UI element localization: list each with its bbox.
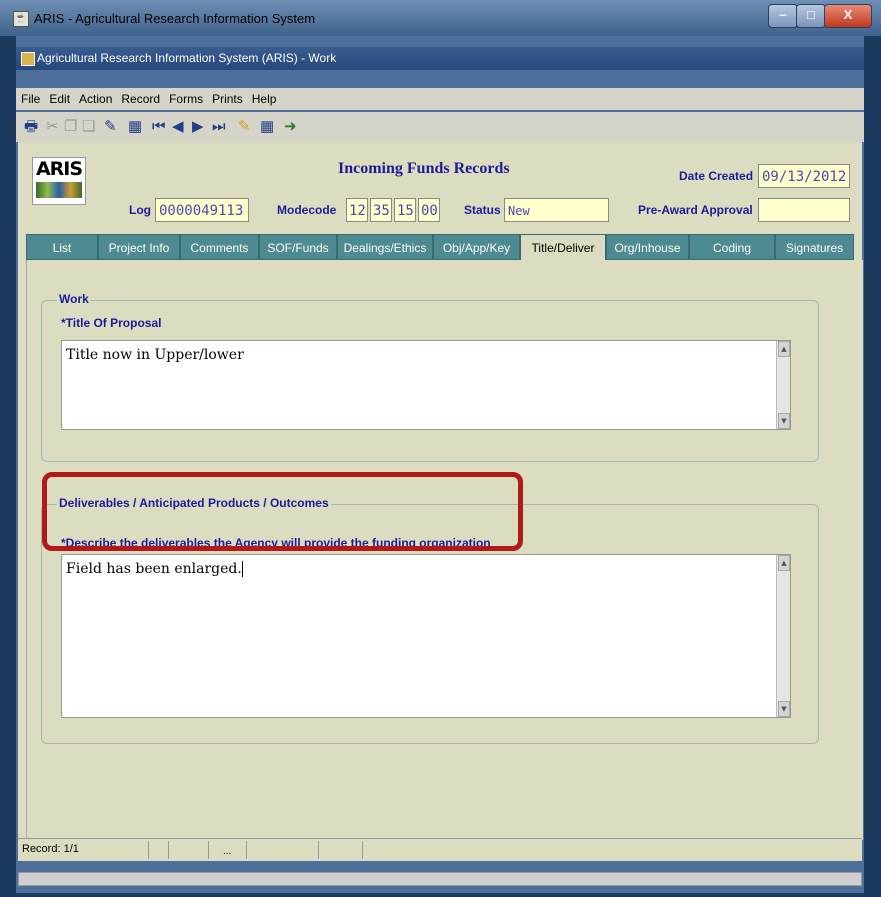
status-label: Status xyxy=(464,203,501,217)
status-cell xyxy=(362,841,363,859)
logo-image xyxy=(36,182,82,198)
log-label: Log xyxy=(129,203,151,217)
prev-record-icon[interactable]: ◀ xyxy=(172,118,184,136)
pre-award-approval-label: Pre-Award Approval xyxy=(638,203,753,217)
scroll-down-icon[interactable]: ▼ xyxy=(778,413,790,429)
modecode-field-1[interactable]: 12 xyxy=(346,198,368,222)
cut-icon[interactable]: ✂ xyxy=(46,118,59,136)
status-field[interactable]: New xyxy=(504,198,609,222)
menu-edit[interactable]: Edit xyxy=(49,92,70,106)
menu-forms[interactable]: Forms xyxy=(169,92,203,106)
title-of-proposal-textarea[interactable]: Title now in Upper/lower ▲ ▼ xyxy=(61,340,791,430)
date-created-field[interactable]: 09/13/2012 xyxy=(758,164,850,188)
tab-title-deliver[interactable]: Title/Deliver xyxy=(520,234,606,260)
work-group-label: Work xyxy=(57,292,91,306)
tab-comments[interactable]: Comments xyxy=(180,234,259,260)
text-cursor xyxy=(241,561,243,577)
logo-text: ARIS xyxy=(35,158,83,180)
toolbar: 🖶 ✂ ❐ ❏ ✎ ▦ ⏮ ◀ ▶ ⏭ ✎ ▦ ➜ xyxy=(16,112,864,142)
status-ellipsis: ... xyxy=(208,841,231,859)
horizontal-scrollbar[interactable] xyxy=(18,872,862,886)
exit-icon[interactable]: ➜ xyxy=(284,118,297,136)
scroll-up-icon[interactable]: ▲ xyxy=(778,341,790,357)
edit-icon[interactable]: ✎ xyxy=(104,118,117,136)
title-scrollbar[interactable]: ▲ ▼ xyxy=(776,341,790,429)
title-of-proposal-text: Title now in Upper/lower xyxy=(66,347,244,363)
java-app-icon: ☕ xyxy=(13,11,29,27)
title-of-proposal-label: *Title Of Proposal xyxy=(61,316,162,330)
tab-obj-app-key[interactable]: Obj/App/Key xyxy=(433,234,520,260)
form-header: ARIS Incoming Funds Records Date Created… xyxy=(18,142,862,238)
first-record-icon[interactable]: ⏮ xyxy=(152,118,166,136)
status-bar: Record: 1/1 ... xyxy=(18,838,862,861)
annotation-highlight-box xyxy=(42,472,523,551)
tab-list[interactable]: List xyxy=(26,234,98,260)
delete-query-icon[interactable]: ▦ xyxy=(260,118,274,136)
deliverables-text: Field has been enlarged. xyxy=(66,561,242,577)
tab-project-info[interactable]: Project Info xyxy=(98,234,180,260)
modecode-field-4[interactable]: 00 xyxy=(418,198,440,222)
minimize-button[interactable]: – xyxy=(768,4,798,28)
paste-icon[interactable]: ❏ xyxy=(82,118,95,136)
tab-coding[interactable]: Coding xyxy=(689,234,775,260)
pre-award-approval-field[interactable] xyxy=(758,198,850,222)
tab-strip: List Project Info Comments SOF/Funds Dea… xyxy=(26,234,862,260)
inner-title-bar: Agricultural Research Information System… xyxy=(16,47,864,70)
status-cell xyxy=(148,841,149,859)
scroll-down-icon[interactable]: ▼ xyxy=(778,701,790,717)
outer-title-bar: ☕ ARIS - Agricultural Research Informati… xyxy=(0,0,881,36)
aris-window-icon xyxy=(21,51,35,66)
print-icon[interactable]: 🖶 xyxy=(24,118,38,136)
date-created-label: Date Created xyxy=(679,169,754,183)
tab-sof-funds[interactable]: SOF/Funds xyxy=(259,234,337,260)
next-record-icon[interactable]: ▶ xyxy=(192,118,204,136)
tab-org-inhouse[interactable]: Org/Inhouse xyxy=(606,234,689,260)
menu-bar: File Edit Action Record Forms Prints Help xyxy=(16,88,864,110)
query-icon[interactable]: ▦ xyxy=(128,118,142,136)
tab-dealings-ethics[interactable]: Dealings/Ethics xyxy=(337,234,433,260)
modecode-field-3[interactable]: 15 xyxy=(394,198,416,222)
last-record-icon[interactable]: ⏭ xyxy=(212,118,226,136)
scroll-up-icon[interactable]: ▲ xyxy=(778,555,790,571)
deliverables-scrollbar[interactable]: ▲ ▼ xyxy=(776,555,790,717)
menu-file[interactable]: File xyxy=(21,92,40,106)
menu-record[interactable]: Record xyxy=(121,92,160,106)
record-counter: Record: 1/1 xyxy=(22,843,79,855)
tab-signatures[interactable]: Signatures xyxy=(775,234,854,260)
deliverables-textarea[interactable]: Field has been enlarged. ▲ ▼ xyxy=(61,554,791,718)
modecode-label: Modecode xyxy=(277,203,337,217)
maximize-button[interactable]: □ xyxy=(796,4,826,28)
status-cell xyxy=(318,841,319,859)
menu-action[interactable]: Action xyxy=(79,92,112,106)
menu-prints[interactable]: Prints xyxy=(212,92,243,106)
log-field[interactable]: 0000049113 xyxy=(155,198,249,222)
status-cell xyxy=(168,841,169,859)
status-cell xyxy=(246,841,247,859)
inner-window-title: Agricultural Research Information System… xyxy=(37,51,337,65)
outer-window-title: ARIS - Agricultural Research Information… xyxy=(34,11,316,26)
search-icon[interactable]: ✎ xyxy=(238,118,251,136)
form-title: Incoming Funds Records xyxy=(338,160,510,177)
aris-logo: ARIS xyxy=(32,157,86,205)
copy-icon[interactable]: ❐ xyxy=(64,118,77,136)
menu-help[interactable]: Help xyxy=(252,92,277,106)
close-button[interactable]: X xyxy=(824,4,872,28)
modecode-field-2[interactable]: 35 xyxy=(370,198,392,222)
